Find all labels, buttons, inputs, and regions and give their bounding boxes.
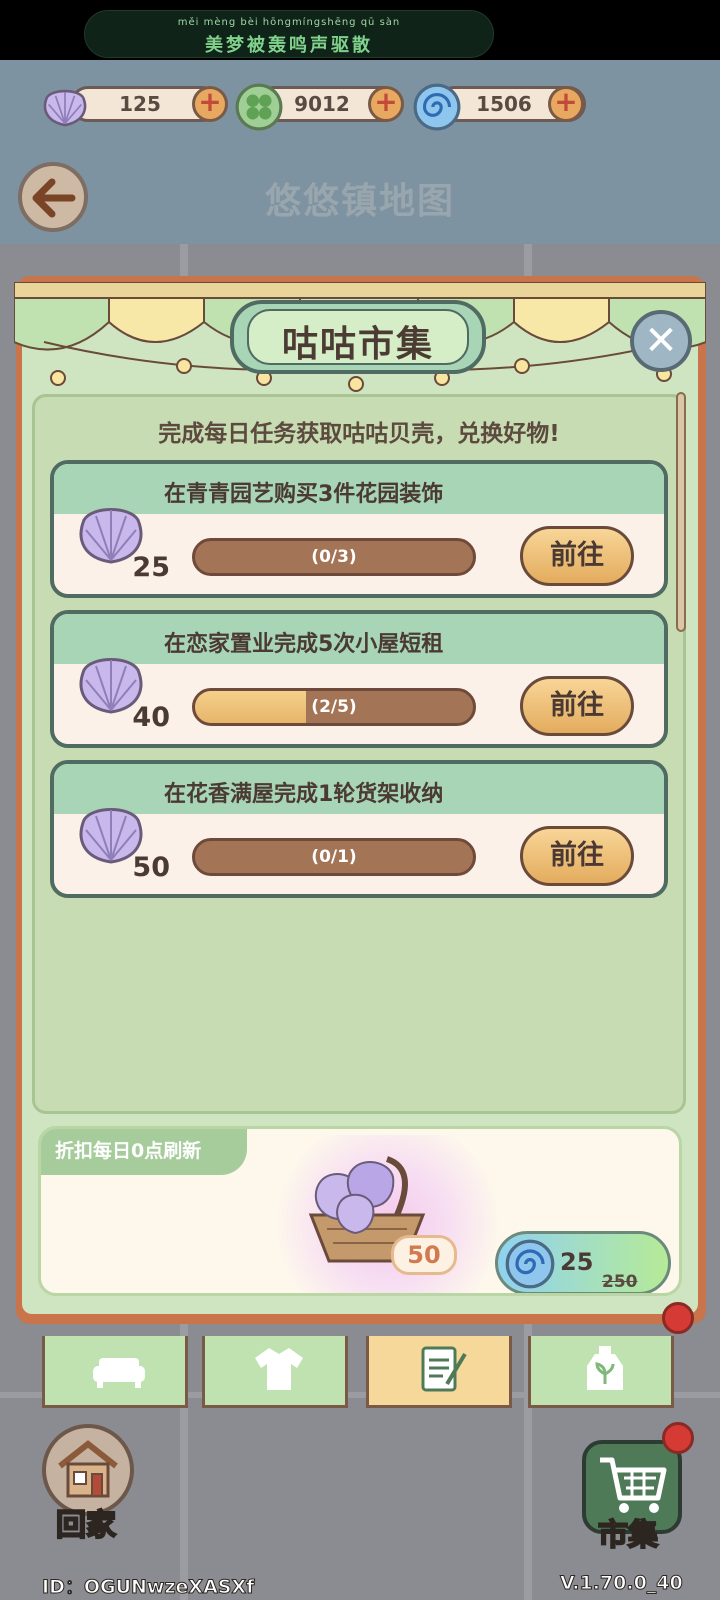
task-progress-bar: (2/5) <box>192 688 476 726</box>
close-icon: ✕ <box>644 318 678 364</box>
task-progress-text: (2/5) <box>311 697 357 717</box>
add-swirl-button[interactable]: + <box>548 86 584 122</box>
shirt-icon <box>255 1348 303 1390</box>
home-label[interactable]: 回家 <box>55 1500 117 1544</box>
task-progress-bar: (0/1) <box>192 838 476 876</box>
clover-currency: 9012 + <box>234 82 406 131</box>
tab-clothing[interactable] <box>202 1336 348 1408</box>
task-progress-text: (0/3) <box>311 547 357 567</box>
version-label: V.1.70.0_40 <box>560 1572 684 1595</box>
task-progress-bar: (0/3) <box>192 538 476 576</box>
buy-button[interactable]: 25 250 <box>495 1231 671 1293</box>
tab-furniture[interactable] <box>42 1336 188 1408</box>
task-card: 在花香满屋完成1轮货架收纳 50 (0/1) 前往 <box>50 760 668 898</box>
add-clover-button[interactable]: + <box>368 86 404 122</box>
add-shell-button[interactable]: + <box>192 86 228 122</box>
task-title: 在花香满屋完成1轮货架收纳 <box>164 782 444 807</box>
user-id: ID：OGUNwzeXASXf <box>41 1576 255 1599</box>
page-title: 悠悠镇地图 <box>264 181 455 222</box>
tab-garden[interactable] <box>528 1336 674 1408</box>
clover-count: 9012 <box>294 92 350 116</box>
notice-pill: měi mèng bèi hōngmíngshēng qū sàn 美梦被轰鸣声… <box>84 10 494 58</box>
market-label[interactable]: 市集 <box>597 1510 659 1554</box>
discount-deal: 折扣每日0点刷新 50 25 250 <box>38 1126 682 1296</box>
tab-tasks[interactable] <box>366 1336 512 1408</box>
shell-count: 125 <box>119 92 161 116</box>
panel-title: 咕咕市集 <box>281 324 434 365</box>
notice-text: 美梦被轰鸣声驱散 <box>205 35 373 56</box>
task-title: 在青青园艺购买3件花园装饰 <box>164 482 444 507</box>
notepad-icon <box>421 1346 467 1392</box>
swirl-currency: 1506 + <box>412 82 590 131</box>
task-card: 在青青园艺购买3件花园装饰 25 (0/3) 前往 <box>50 460 668 598</box>
task-reward: 50 <box>132 852 170 883</box>
house-icon <box>58 1440 118 1498</box>
swirl-icon <box>413 83 461 131</box>
notification-dot <box>662 1422 694 1454</box>
swirl-icon <box>505 1239 555 1289</box>
panel-subtitle: 完成每日任务获取咕咕贝壳，兑换好物! <box>158 421 560 447</box>
task-title: 在恋家置业完成5次小屋短租 <box>164 632 444 657</box>
plant-bottle-icon <box>587 1346 623 1390</box>
deal-price: 25 <box>560 1248 594 1276</box>
task-progress-text: (0/1) <box>311 847 357 867</box>
notification-dot <box>662 1302 694 1334</box>
deal-item-count: 50 <box>391 1235 457 1275</box>
deal-original-price: 250 <box>602 1272 638 1292</box>
shell-icon <box>43 89 87 127</box>
shell-currency: 125 + <box>40 82 228 128</box>
swirl-count: 1506 <box>476 92 532 116</box>
clover-icon <box>235 83 283 131</box>
sofa-icon <box>93 1358 145 1388</box>
cart-icon <box>600 1457 667 1513</box>
task-card: 在恋家置业完成5次小屋短租 40 (2/5) 前往 <box>50 610 668 748</box>
task-reward: 40 <box>132 702 170 733</box>
scrollbar[interactable] <box>676 392 686 632</box>
discount-tag: 折扣每日0点刷新 <box>41 1129 247 1175</box>
go-button[interactable]: 前往 <box>520 526 634 586</box>
go-button[interactable]: 前往 <box>520 676 634 736</box>
close-button[interactable]: ✕ <box>630 310 692 372</box>
notice-pinyin: měi mèng bèi hōngmíngshēng qū sàn <box>177 17 401 28</box>
task-reward: 25 <box>132 552 170 583</box>
go-button[interactable]: 前往 <box>520 826 634 886</box>
